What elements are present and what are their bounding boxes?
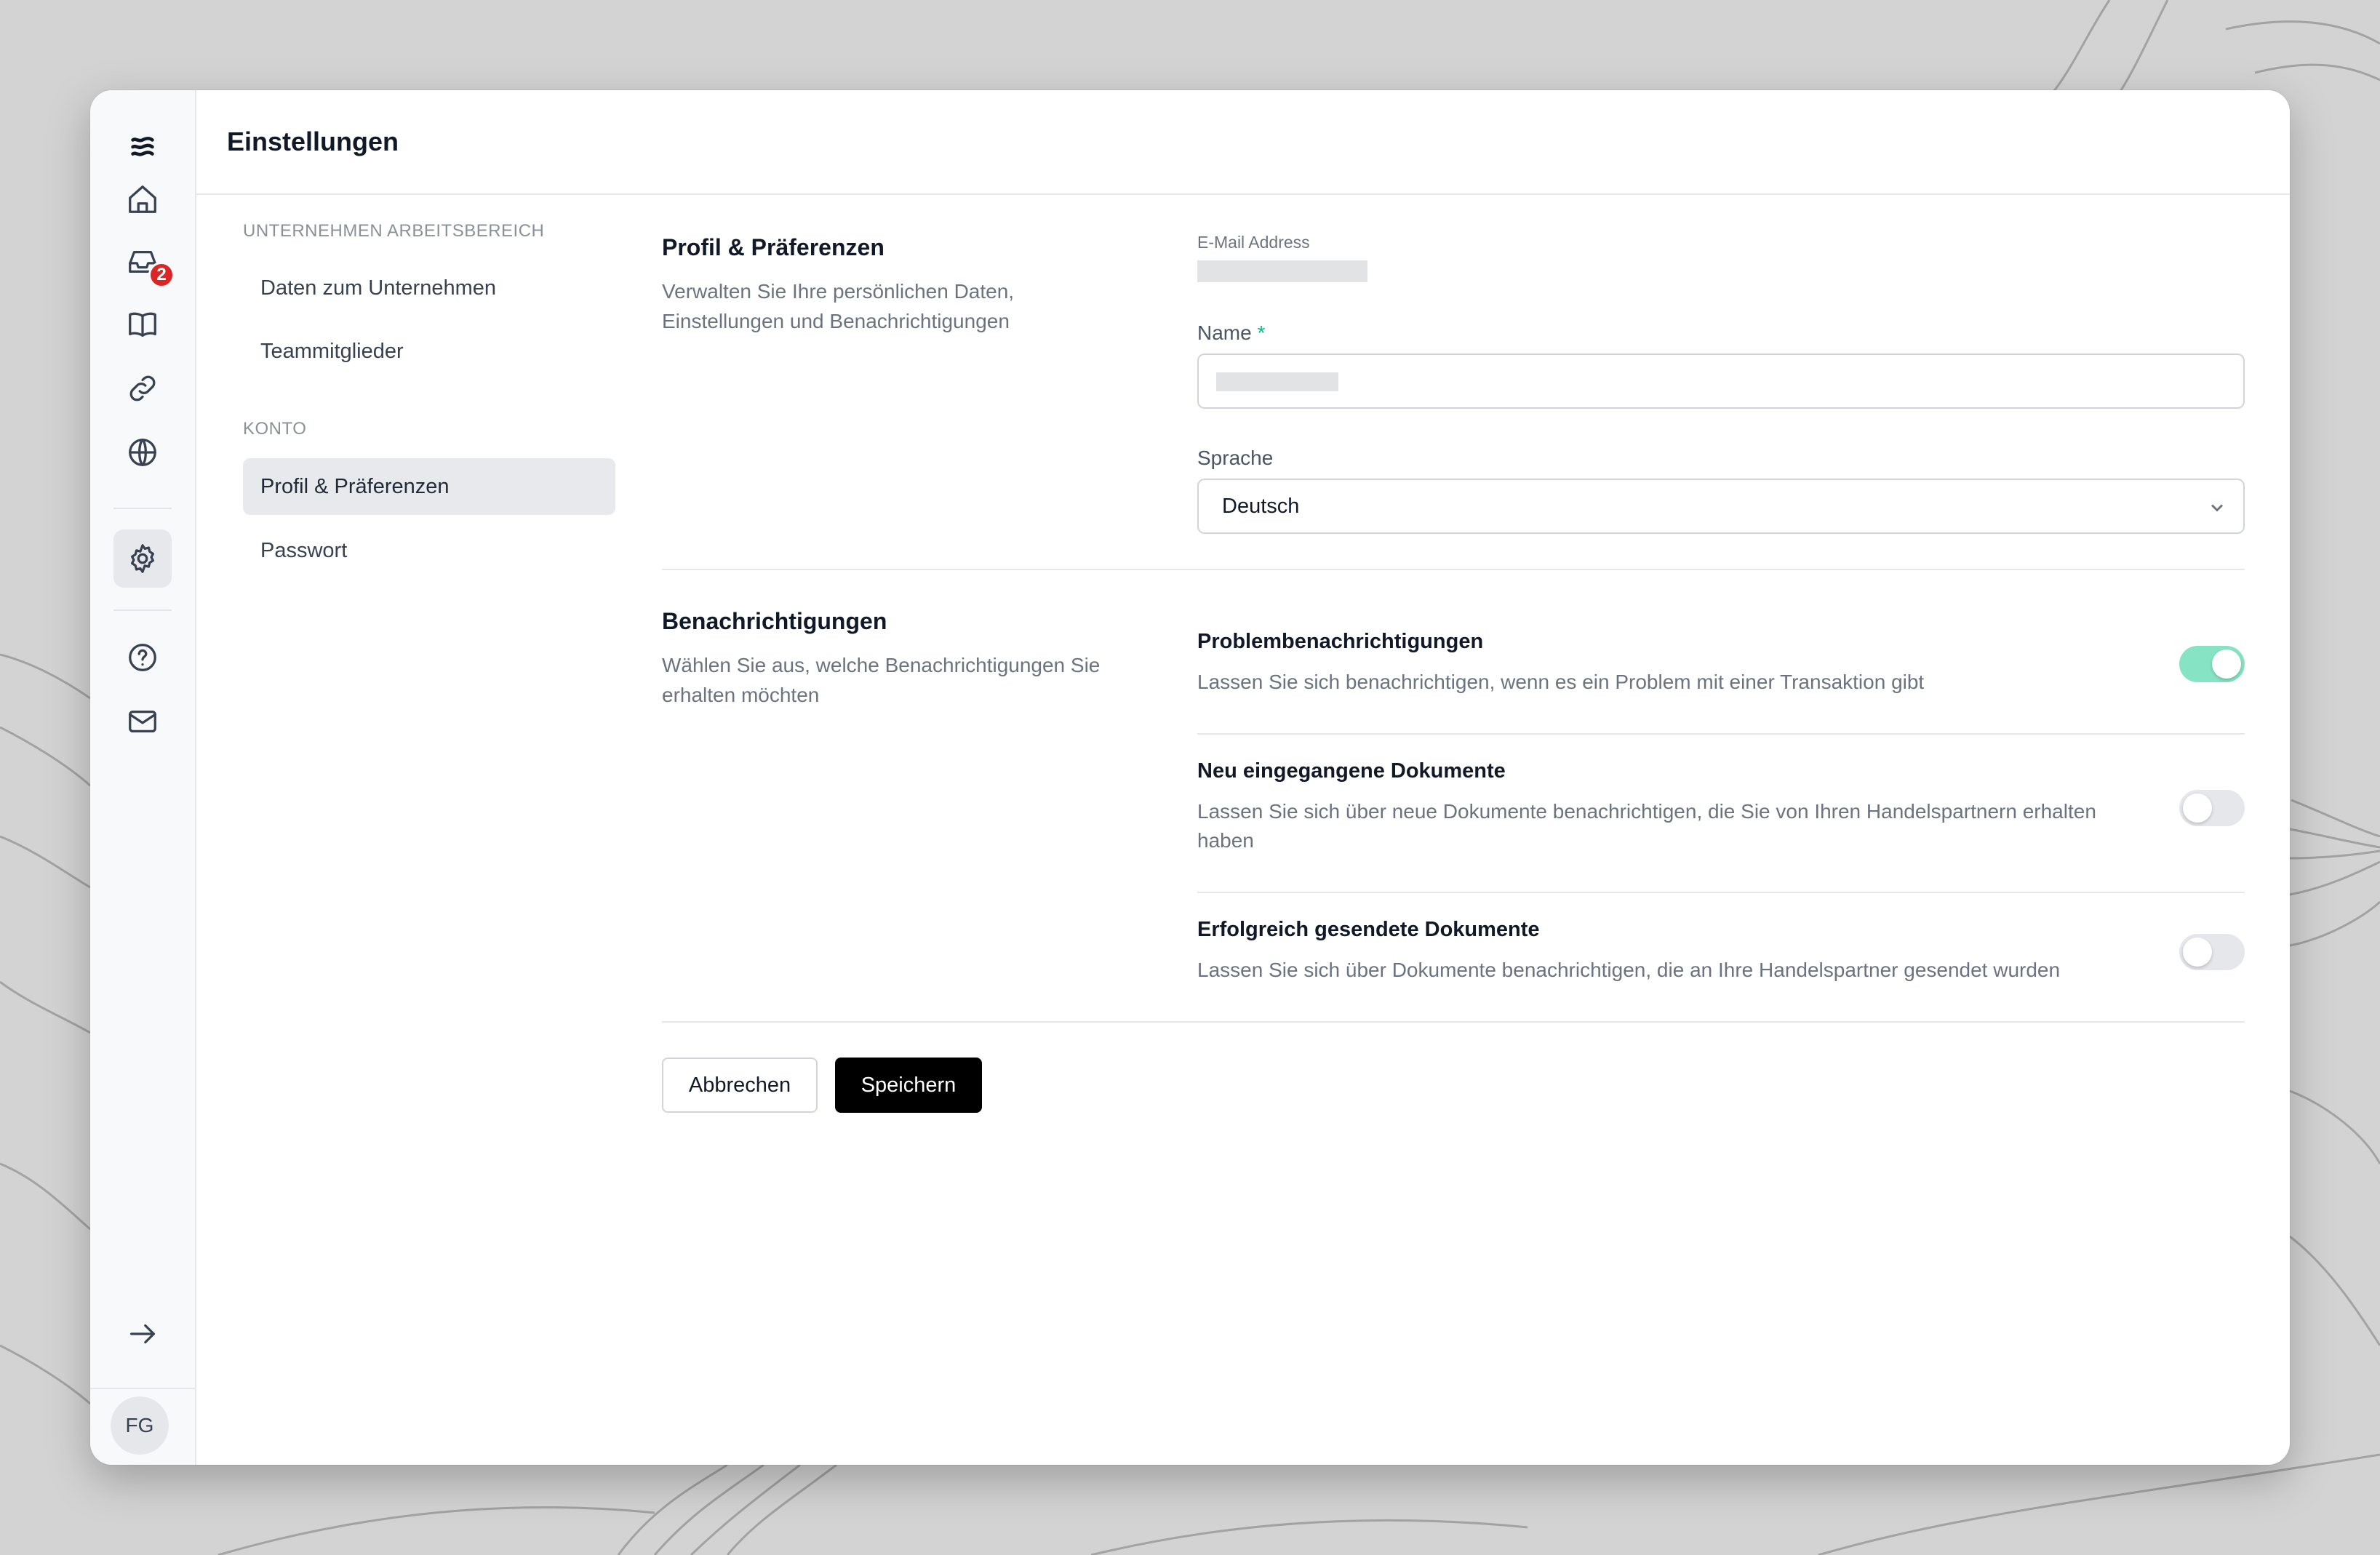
globe-icon[interactable] (113, 423, 172, 481)
gear-icon[interactable] (113, 529, 172, 588)
language-label: Sprache (1197, 447, 1274, 469)
notification-title: Problembenachrichtigungen (1197, 630, 1484, 653)
chevron-down-icon (2207, 497, 2227, 518)
notification-divider (1197, 892, 2245, 893)
icon-rail: 2 FG (90, 90, 196, 1465)
notification-description: Lassen Sie sich über neue Dokumente bena… (1197, 800, 2096, 852)
page-title: Einstellungen (227, 127, 399, 156)
book-icon[interactable] (113, 295, 172, 353)
nav-item-password[interactable]: Passwort (243, 522, 615, 579)
section-divider (662, 569, 2245, 570)
toggle-knob (2183, 794, 2212, 823)
language-select-value: Deutsch (1222, 495, 1300, 518)
rail-divider (90, 1388, 195, 1389)
name-value-redacted (1216, 372, 1338, 391)
notification-toggle-sent-documents[interactable] (2179, 934, 2245, 970)
rail-divider (113, 508, 172, 509)
rail-divider (113, 609, 172, 611)
nav-item-profile[interactable]: Profil & Präferenzen (243, 458, 615, 515)
nav-item-company[interactable]: Daten zum Unternehmen (243, 260, 615, 316)
home-icon[interactable] (113, 170, 172, 228)
logo-icon[interactable] (113, 118, 172, 176)
cancel-button[interactable]: Abbrechen (662, 1058, 818, 1113)
name-label: Name * (1197, 321, 1265, 345)
save-button[interactable]: Speichern (835, 1058, 982, 1113)
app-window: 2 FG Einstellungen UNTERNEHMEN ARBEITSBE… (90, 90, 2290, 1465)
language-select[interactable]: Deutsch (1197, 479, 2245, 534)
mail-icon[interactable] (113, 692, 172, 751)
email-label: E-Mail Address (1197, 233, 1310, 252)
link-icon[interactable] (113, 359, 172, 417)
notification-title: Erfolgreich gesendete Dokumente (1197, 918, 1540, 941)
notification-toggle-problems[interactable] (2179, 646, 2245, 682)
nav-item-team[interactable]: Teammitglieder (243, 323, 615, 380)
nav-section-workspace: UNTERNEHMEN ARBEITSBEREICH (243, 221, 545, 241)
page-header (196, 90, 2290, 195)
notifications-section-description: Wählen Sie aus, welche Benachrichtigunge… (662, 654, 1101, 706)
profile-section-description: Verwalten Sie Ihre persönlichen Daten, E… (662, 280, 1015, 332)
notification-title: Neu eingegangene Dokumente (1197, 759, 1506, 783)
inbox-count-badge: 2 (148, 262, 175, 288)
email-value-redacted (1197, 260, 1367, 282)
toggle-knob (2212, 649, 2241, 679)
help-icon[interactable] (113, 628, 172, 687)
user-avatar[interactable]: FG (111, 1396, 169, 1455)
profile-section-title: Profil & Präferenzen (662, 234, 884, 260)
notifications-section-title: Benachrichtigungen (662, 608, 887, 634)
name-input[interactable] (1197, 353, 2245, 409)
notification-divider (1197, 733, 2245, 735)
required-marker: * (1257, 321, 1266, 344)
notification-description: Lassen Sie sich benachrichtigen, wenn es… (1197, 671, 1925, 693)
nav-section-account: KONTO (243, 419, 307, 439)
notification-toggle-new-documents[interactable] (2179, 790, 2245, 826)
inbox-icon[interactable]: 2 (113, 233, 175, 291)
name-label-text: Name (1197, 321, 1252, 344)
arrow-right-icon[interactable] (113, 1305, 172, 1363)
section-divider (662, 1021, 2245, 1023)
toggle-knob (2183, 938, 2212, 967)
notification-description: Lassen Sie sich über Dokumente benachric… (1197, 959, 2061, 981)
